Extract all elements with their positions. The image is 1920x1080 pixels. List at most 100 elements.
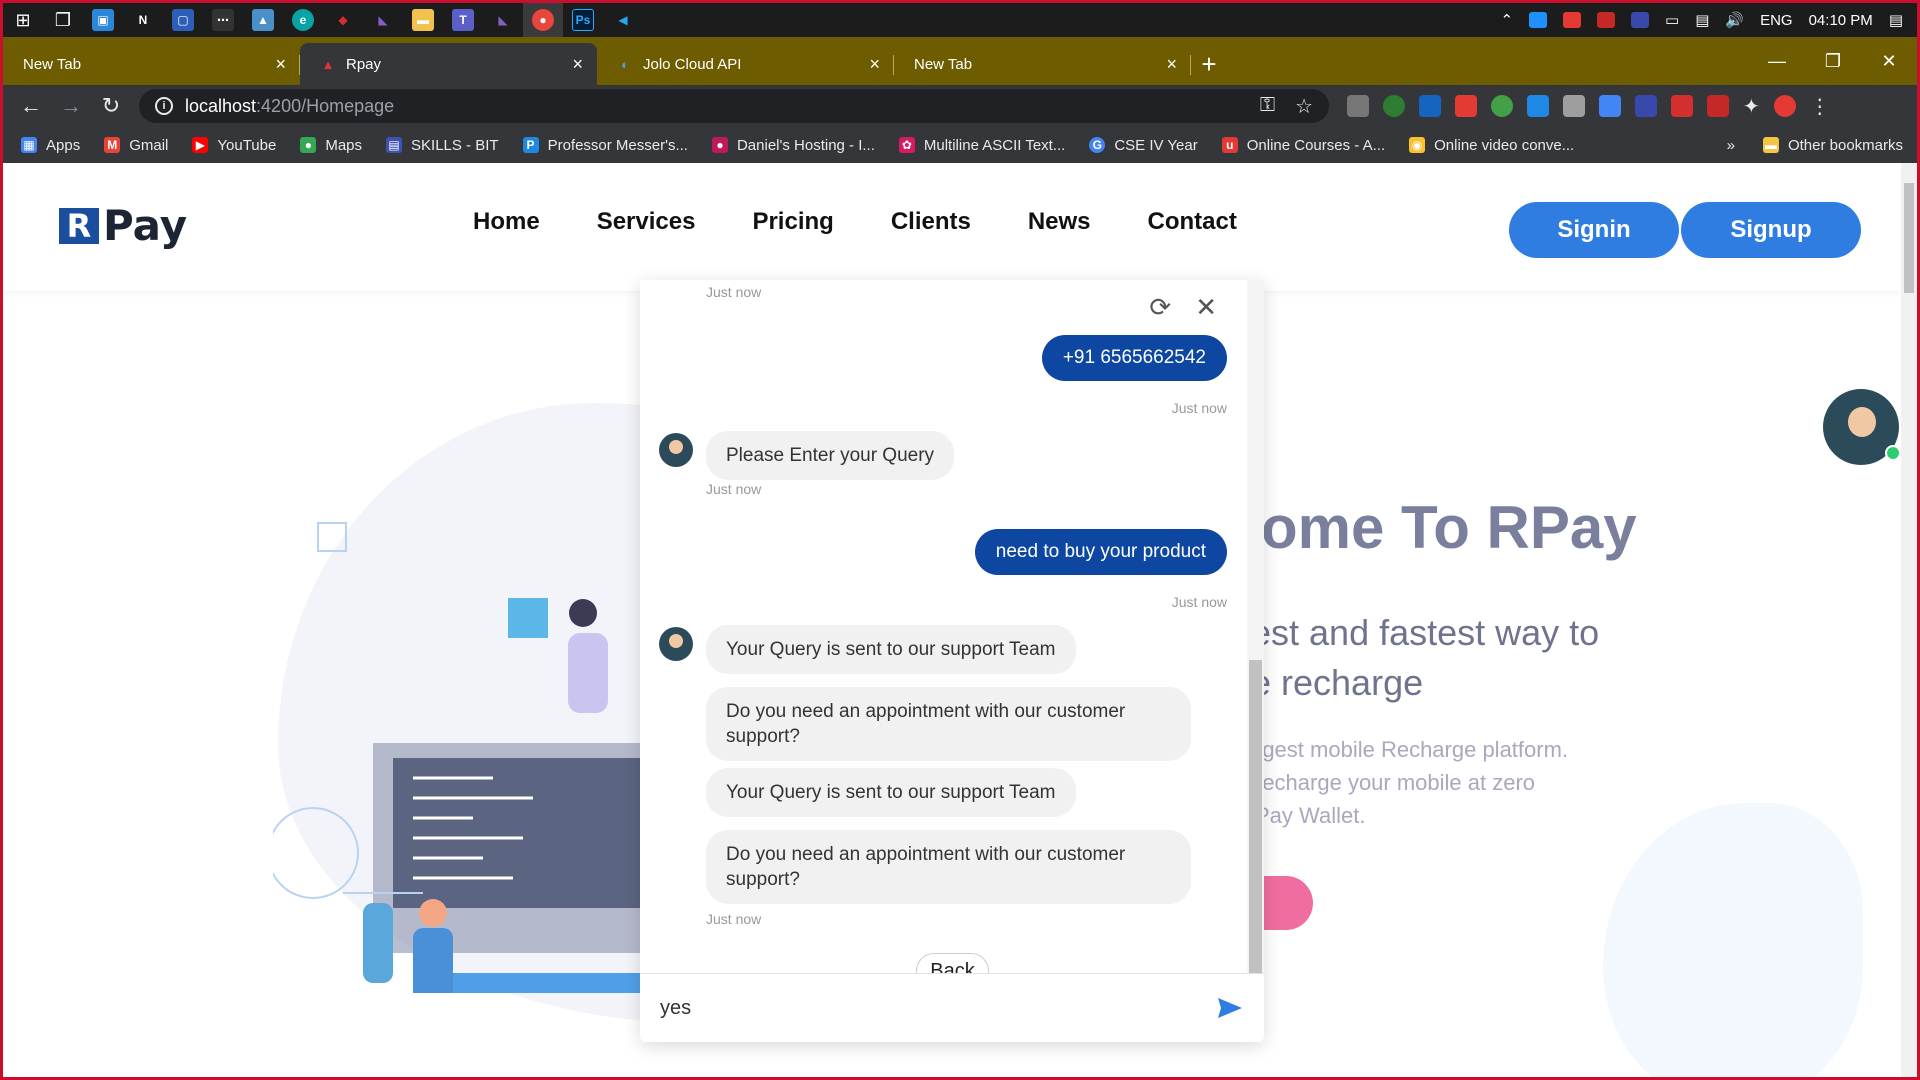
visual-studio-icon[interactable]: ◣	[483, 3, 523, 37]
task-view-icon[interactable]: ❐	[43, 3, 83, 37]
bookmark-video-converter[interactable]: ◉ Online video conve...	[1409, 137, 1574, 154]
new-tab-icon[interactable]: +	[1191, 43, 1227, 85]
extension-icon[interactable]	[1383, 95, 1405, 117]
close-tab-icon[interactable]: ×	[572, 54, 583, 75]
chat-messages[interactable]: Just now ⟳ ✕ +91 6565662542 Just now Ple…	[640, 280, 1245, 989]
nav-services[interactable]: Services	[597, 208, 696, 236]
bookmark-daniels-hosting[interactable]: ● Daniel's Hosting - I...	[711, 137, 875, 154]
kebab-menu-icon[interactable]: ⋮	[1810, 94, 1830, 119]
translate-icon[interactable]	[1599, 95, 1621, 117]
logo-text: Pay	[103, 201, 188, 250]
bookmark-cse-iv-year[interactable]: G CSE IV Year	[1089, 137, 1198, 154]
close-tab-icon[interactable]: ×	[1166, 54, 1177, 75]
network-icon[interactable]: ▤	[1695, 11, 1709, 29]
reload-icon[interactable]: ↻	[91, 93, 131, 119]
extension-icon[interactable]	[1635, 95, 1657, 117]
bookmark-youtube[interactable]: ▶ YouTube	[192, 137, 276, 154]
page-scrollbar[interactable]	[1901, 163, 1917, 1077]
vscode-icon[interactable]: ◀	[603, 3, 643, 37]
info-icon[interactable]: i	[155, 97, 173, 115]
other-bookmarks[interactable]: ▬ Other bookmarks	[1762, 137, 1903, 154]
app-icon[interactable]: ◆	[323, 3, 363, 37]
star-icon[interactable]: ☆	[1295, 94, 1313, 119]
back-arrow-icon[interactable]: ←	[11, 93, 51, 119]
more-bookmarks-icon[interactable]: »	[1727, 137, 1735, 154]
extension-icon[interactable]	[1527, 95, 1549, 117]
clock[interactable]: 04:10 PM	[1809, 12, 1873, 29]
extension-icon[interactable]	[1707, 95, 1729, 117]
key-icon[interactable]: ⚿	[1260, 94, 1275, 119]
photos-icon[interactable]: ▲	[243, 3, 283, 37]
signup-button[interactable]: Signup	[1681, 202, 1861, 258]
nav-contact[interactable]: Contact	[1148, 208, 1237, 236]
minimize-icon[interactable]: —	[1749, 51, 1805, 72]
tab-title: Rpay	[346, 55, 382, 73]
file-explorer-icon[interactable]: ▬	[403, 3, 443, 37]
puzzle-icon[interactable]: ✦	[1743, 94, 1760, 119]
bookmark-online-courses[interactable]: u Online Courses - A...	[1221, 137, 1385, 154]
app-icon[interactable]: ⋯	[203, 3, 243, 37]
bot-message: Your Query is sent to our support Team	[706, 625, 1076, 674]
edge-icon[interactable]: e	[283, 3, 323, 37]
chat-scrollbar[interactable]	[1247, 280, 1264, 973]
extension-icon[interactable]	[1491, 95, 1513, 117]
chevron-up-icon[interactable]: ⌃	[1500, 11, 1513, 29]
close-icon[interactable]: ✕	[1195, 292, 1217, 323]
chat-message-input[interactable]	[660, 996, 1216, 1020]
send-icon[interactable]	[1216, 996, 1244, 1020]
extension-icon[interactable]	[1347, 95, 1369, 117]
app-icon[interactable]: ▣	[83, 3, 123, 37]
close-window-icon[interactable]: ✕	[1861, 51, 1917, 72]
bookmark-apps[interactable]: ▦ Apps	[21, 137, 80, 154]
ribbon-icon: ✿	[898, 137, 915, 153]
extension-icon[interactable]	[1455, 95, 1477, 117]
timestamp: Just now	[706, 481, 762, 497]
google-icon: G	[1089, 137, 1106, 153]
refresh-icon[interactable]: ⟳	[1149, 292, 1171, 323]
forward-arrow-icon[interactable]: →	[51, 93, 91, 119]
browser-tab[interactable]: New Tab ×	[894, 43, 1191, 85]
tray-app-icon[interactable]	[1631, 12, 1650, 28]
bookmark-gmail[interactable]: M Gmail	[104, 137, 168, 154]
leaf-decoration	[1603, 803, 1863, 1077]
windows-start-icon[interactable]: ⊞	[3, 3, 43, 37]
hero-illustration	[273, 522, 653, 993]
onedrive-icon[interactable]	[1529, 12, 1548, 28]
bookmark-professor-messer[interactable]: P Professor Messer's...	[522, 137, 688, 154]
battery-icon[interactable]: ▭	[1665, 11, 1679, 29]
nav-news[interactable]: News	[1028, 208, 1091, 236]
extension-icon[interactable]	[1563, 95, 1585, 117]
volume-icon[interactable]: 🔊	[1725, 11, 1744, 29]
signin-button[interactable]: Signin	[1509, 202, 1679, 258]
app-icon[interactable]: ▢	[163, 3, 203, 37]
nav-clients[interactable]: Clients	[891, 208, 971, 236]
nav-pricing[interactable]: Pricing	[752, 208, 833, 236]
tray-app-icon[interactable]	[1597, 12, 1616, 28]
browser-tab[interactable]: New Tab ×	[3, 43, 300, 85]
profile-avatar[interactable]	[1773, 95, 1796, 117]
main-nav: Home Services Pricing Clients News Conta…	[473, 208, 1237, 236]
browser-tab-active[interactable]: ▲ Rpay ×	[300, 43, 597, 85]
photoshop-icon[interactable]: Ps	[563, 3, 603, 37]
visual-studio-icon[interactable]: ◣	[363, 3, 403, 37]
close-tab-icon[interactable]: ×	[869, 54, 880, 75]
rpay-logo[interactable]: R Pay	[59, 201, 187, 250]
bookmark-maps[interactable]: ● Maps	[300, 137, 362, 154]
extension-icon[interactable]	[1671, 95, 1693, 117]
close-tab-icon[interactable]: ×	[275, 54, 286, 75]
teams-icon[interactable]: T	[443, 3, 483, 37]
nav-home[interactable]: Home	[473, 208, 540, 236]
browser-tab[interactable]: ◐ Jolo Cloud API ×	[597, 43, 894, 85]
chrome-icon[interactable]: ●	[523, 3, 563, 37]
bookmark-ascii-text[interactable]: ✿ Multiline ASCII Text...	[898, 137, 1065, 154]
tray-app-icon[interactable]	[1563, 12, 1582, 28]
language-indicator[interactable]: ENG	[1760, 12, 1793, 29]
extension-icon[interactable]	[1419, 95, 1441, 117]
app-icon[interactable]: N	[123, 3, 163, 37]
bookmark-skills[interactable]: ▤ SKILLS - BIT	[386, 137, 499, 154]
address-bar[interactable]: i localhost:4200/Homepage ⚿ ☆	[139, 89, 1329, 123]
logo-mark: R	[59, 207, 99, 245]
hero-subtitle: est and fastest way to e recharge	[1251, 612, 1600, 703]
notifications-icon[interactable]: ▤	[1889, 11, 1903, 29]
restore-icon[interactable]: ❐	[1805, 51, 1861, 72]
